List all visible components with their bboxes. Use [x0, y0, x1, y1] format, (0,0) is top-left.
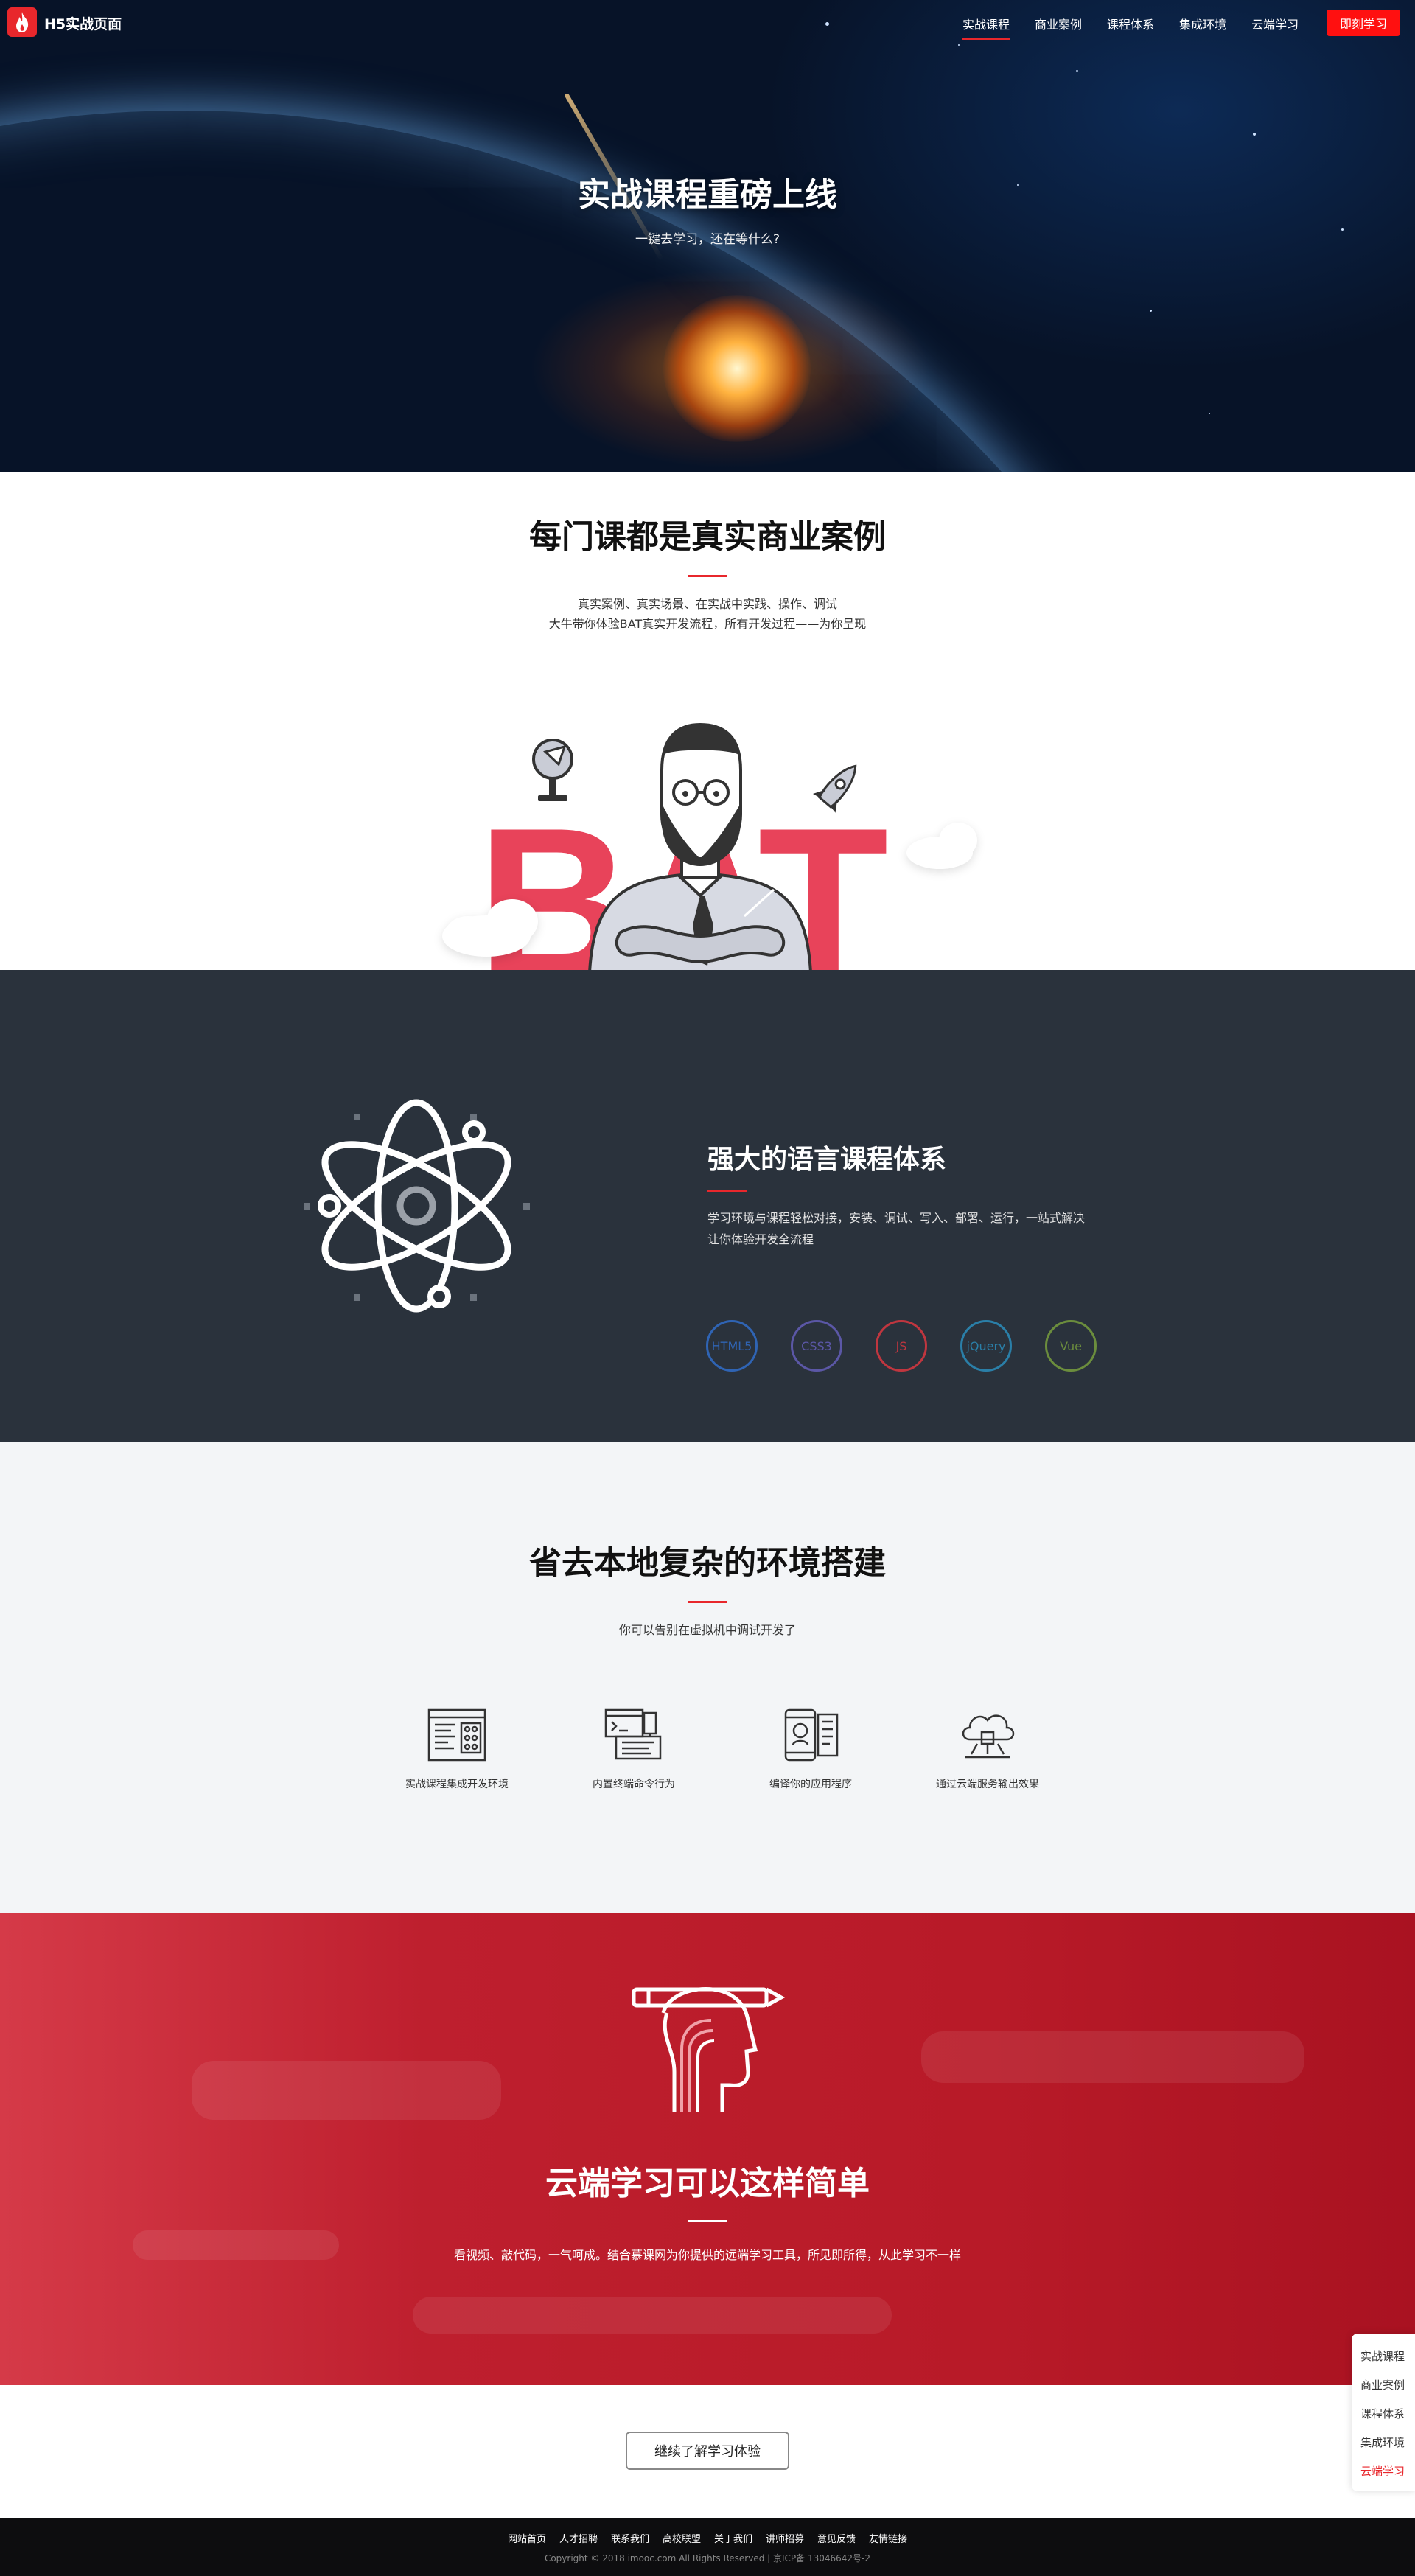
side-navigation: 实战课程 商业案例 课程体系 集成环境 云端学习: [1352, 2334, 1415, 2491]
mobile-app-icon: [784, 1708, 839, 1762]
tech-css3-badge[interactable]: CSS3: [791, 1320, 842, 1372]
terminal-icon: [604, 1708, 662, 1760]
flame-icon: [16, 12, 29, 32]
side-nav-environment[interactable]: 集成环境: [1352, 2429, 1415, 2457]
feature-label: 实战课程集成开发环境: [405, 1779, 509, 1790]
section-title: 强大的语言课程体系: [708, 1145, 947, 1175]
tech-js-badge[interactable]: JS: [876, 1320, 927, 1372]
main-nav: 实战课程 商业案例 课程体系 集成环境 云端学习: [962, 15, 1324, 40]
side-nav-courses[interactable]: 实战课程: [1352, 2342, 1415, 2371]
side-nav-cloud[interactable]: 云端学习: [1352, 2457, 1415, 2486]
feature-item: 内置终端命令行为: [560, 1707, 708, 1791]
cloud-output-icon: [962, 1714, 1015, 1759]
course-system-section: 强大的语言课程体系 学习环境与课程轻松对接，安装、调试、写入、部署、运行，一站式…: [0, 970, 1415, 1442]
title-underline: [688, 575, 727, 577]
feature-item: 编译你的应用程序: [737, 1707, 884, 1791]
tech-html5-badge[interactable]: HTML5: [706, 1320, 758, 1372]
feature-label: 通过云端服务输出效果: [936, 1779, 1039, 1790]
star: [1076, 70, 1078, 72]
top-navigation-bar: H5实战页面 实战课程 商业案例 课程体系 集成环境 云端学习 即刻学习: [0, 0, 1415, 44]
footer-link-friends[interactable]: 友情链接: [869, 2531, 907, 2545]
background-blur: [921, 2031, 1304, 2083]
section-title: 每门课都是真实商业案例: [529, 518, 886, 556]
nav-item-system[interactable]: 课程体系: [1107, 15, 1154, 32]
section-subtitle: 你可以告别在虚拟机中调试开发了: [618, 1623, 796, 1637]
learn-more-button[interactable]: 继续了解学习体验: [626, 2432, 789, 2470]
earth-atmosphere: [0, 111, 1290, 472]
environment-section: 省去本地复杂的环境搭建 你可以告别在虚拟机中调试开发了 实战课程集成开发环境 内…: [0, 1442, 1415, 1913]
bat-developer-illustration: BAT: [442, 722, 977, 970]
atom-icon: [304, 1099, 530, 1313]
star: [1253, 133, 1256, 136]
cloud-right: [906, 823, 977, 869]
nav-item-cloud[interactable]: 云端学习: [1251, 15, 1299, 32]
tech-badges: HTML5 CSS3 JS jQuery Vue: [706, 1320, 1130, 1372]
footer-link-home[interactable]: 网站首页: [508, 2531, 546, 2545]
feature-label: 内置终端命令行为: [593, 1779, 675, 1790]
section-description-line1: 真实案例、真实场景、在实战中实践、操作、调试: [577, 597, 837, 611]
footer-link-university[interactable]: 高校联盟: [663, 2531, 701, 2545]
title-underline: [708, 1190, 747, 1192]
cloud-learning-section: 云端学习可以这样简单 看视频、敲代码，一气呵成。结合慕课网为你提供的远端学习工具…: [0, 1913, 1415, 2385]
footer: 网站首页 人才招聘 联系我们 高校联盟 关于我们 讲师招募 意见反馈 友情链接 …: [0, 2518, 1415, 2576]
footer-links: 网站首页 人才招聘 联系我们 高校联盟 关于我们 讲师招募 意见反馈 友情链接: [0, 2531, 1415, 2545]
learn-more-section: 继续了解学习体验: [0, 2385, 1415, 2518]
meteor-impact-glow: [663, 295, 811, 442]
star: [1209, 413, 1210, 414]
background-blur: [413, 2297, 892, 2334]
footer-link-about[interactable]: 关于我们: [714, 2531, 752, 2545]
hero-subtitle: 一键去学习，还在等什么?: [635, 232, 780, 247]
logo-text: H5实战页面: [44, 16, 122, 32]
side-nav-system[interactable]: 课程体系: [1352, 2400, 1415, 2429]
footer-link-jobs[interactable]: 人才招聘: [559, 2531, 598, 2545]
section-description: 看视频、敲代码，一气呵成。结合慕课网为你提供的远端学习工具，所见即所得，从此学习…: [453, 2248, 961, 2262]
star: [958, 44, 960, 46]
footer-link-instructors[interactable]: 讲师招募: [766, 2531, 804, 2545]
tech-jquery-badge[interactable]: jQuery: [960, 1320, 1012, 1372]
nav-item-environment[interactable]: 集成环境: [1179, 15, 1226, 32]
copyright: Copyright © 2018 imooc.com All Rights Re…: [544, 2553, 871, 2563]
star: [1150, 310, 1152, 312]
title-underline: [688, 1601, 727, 1603]
feature-item: 通过云端服务输出效果: [914, 1707, 1061, 1791]
logo[interactable]: [7, 7, 37, 37]
tech-vue-badge[interactable]: Vue: [1045, 1320, 1097, 1372]
head-pencil-icon: [632, 1987, 785, 2112]
feature-label: 编译你的应用程序: [769, 1779, 852, 1790]
feature-item: 实战课程集成开发环境: [383, 1707, 531, 1791]
section-title: 云端学习可以这样简单: [545, 2165, 870, 2202]
business-cases-section: 每门课都是真实商业案例 真实案例、真实场景、在实战中实践、操作、调试 大牛带你体…: [0, 472, 1415, 970]
hero-section: H5实战页面 实战课程 商业案例 课程体系 集成环境 云端学习 即刻学习 实战课…: [0, 0, 1415, 472]
side-nav-cases[interactable]: 商业案例: [1352, 2371, 1415, 2400]
feature-list: 实战课程集成开发环境 内置终端命令行为 编译你的应用程序 通过云端服务输出效果: [383, 1707, 1047, 1810]
section-title: 省去本地复杂的环境搭建: [529, 1544, 886, 1582]
ide-icon: [427, 1708, 486, 1762]
learn-now-button[interactable]: 即刻学习: [1327, 10, 1400, 36]
footer-link-contact[interactable]: 联系我们: [611, 2531, 649, 2545]
background-blur: [192, 2061, 501, 2120]
section-description-line2: 大牛带你体验BAT真实开发流程，所有开发过程——为你呈现: [548, 617, 867, 631]
nav-item-courses[interactable]: 实战课程: [962, 15, 1010, 40]
hero-title: 实战课程重磅上线: [578, 176, 837, 214]
footer-link-feedback[interactable]: 意见反馈: [817, 2531, 856, 2545]
nav-item-cases[interactable]: 商业案例: [1035, 15, 1082, 32]
title-underline: [688, 2220, 727, 2222]
section-description: 学习环境与课程轻松对接，安装、调试、写入、部署、运行，一站式解决让你体验开发全流…: [708, 1211, 1086, 1246]
